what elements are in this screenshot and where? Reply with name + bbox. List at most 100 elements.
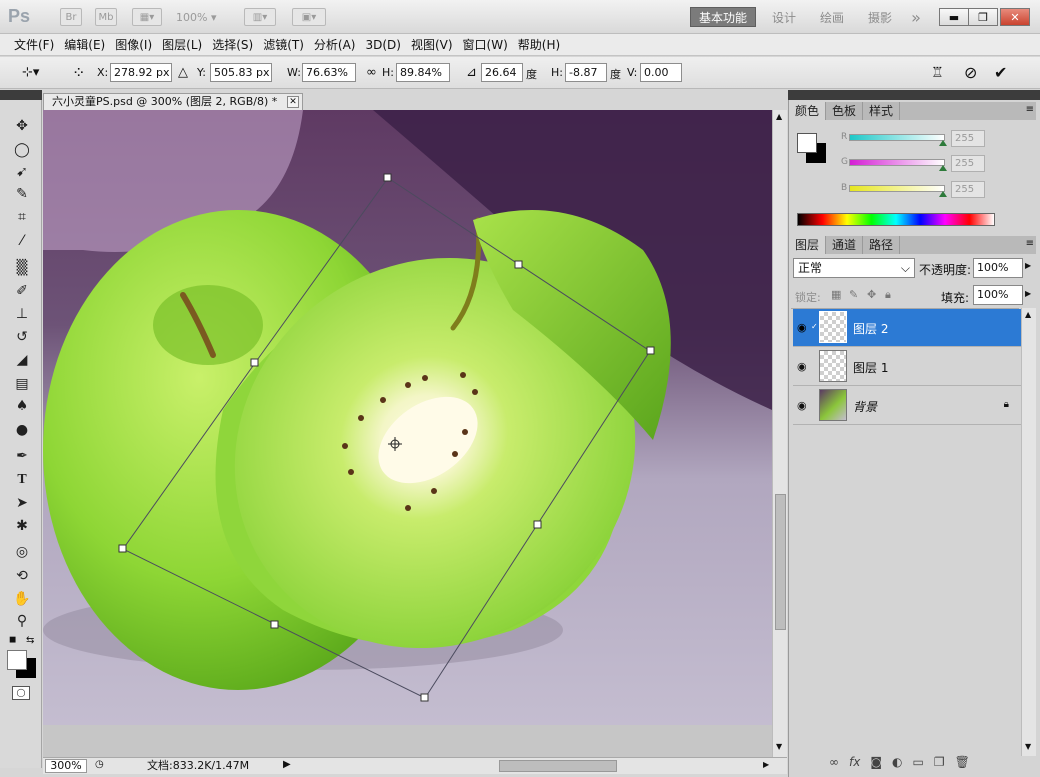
gradient-tool-icon[interactable]: ▤ [9,374,35,394]
status-info-icon[interactable]: ◷ [95,759,104,770]
delete-layer-icon[interactable]: 🗑︎ [955,755,970,771]
lock-transparent-icon[interactable]: ▦ [831,288,841,301]
rotation-angle-field[interactable]: 26.64 [481,63,523,82]
quick-mask-icon[interactable]: ◯ [12,686,30,700]
tab-paths[interactable]: 路径 [863,236,901,254]
green-slider-handle[interactable] [939,165,947,171]
color-panel-foreground-swatch[interactable] [797,133,817,153]
menu-window[interactable]: 窗口(W) [461,34,516,56]
move-tool-icon[interactable]: ✥ [9,116,35,136]
path-selection-tool-icon[interactable]: ➤ [9,493,35,513]
layer-row[interactable]: ◉ 图层 1 [793,348,1021,386]
blue-slider-handle[interactable] [939,191,947,197]
tab-styles[interactable]: 样式 [863,102,901,120]
quick-selection-tool-icon[interactable]: ✎ [9,184,35,204]
cancel-transform-icon[interactable]: ⊘ [964,63,977,82]
zoom-level-combo[interactable]: 100% ▾ [176,9,230,25]
menu-filter[interactable]: 滤镜(T) [261,34,312,56]
eraser-tool-icon[interactable]: ◢ [9,350,35,370]
foreground-color-swatch[interactable] [7,650,27,670]
scroll-down-icon[interactable]: ▼ [776,742,782,751]
view-extras-button[interactable]: ▦▾ [132,8,162,26]
hand-tool-icon[interactable]: ✋ [9,589,35,609]
add-mask-icon[interactable]: ◙ [870,755,882,771]
document-tab[interactable]: 六小灵童PS.psd @ 300% (图层 2, RGB/8) * ✕ [43,93,303,110]
layer-name[interactable]: 图层 2 [853,320,888,337]
layer-name[interactable]: 背景 [853,398,877,415]
mini-bridge-button[interactable]: Mb [95,8,117,26]
workspace-photography[interactable]: 摄影 [860,7,900,27]
tab-layers[interactable]: 图层 [789,236,827,254]
color-spectrum-ramp[interactable] [797,213,995,226]
layer-name[interactable]: 图层 1 [853,359,888,376]
tab-swatches[interactable]: 色板 [826,102,864,120]
close-document-icon[interactable]: ✕ [287,96,299,108]
pen-tool-icon[interactable]: ✒ [9,446,35,466]
vertical-scrollbar[interactable]: ▲ ▼ [772,110,787,757]
relative-position-icon[interactable]: △ [178,65,188,80]
scroll-right-icon[interactable]: ▶ [763,760,769,769]
menu-help[interactable]: 帮助(H) [516,34,568,56]
reference-point-icon[interactable]: ⁘ [72,63,85,82]
vertical-skew-field[interactable]: 0.00 [640,63,682,82]
red-slider[interactable] [849,134,945,141]
link-icon[interactable]: ∞ [366,65,377,80]
layer-row[interactable]: ◉ ✓ 图层 2 [793,309,1021,347]
green-value-field[interactable]: 255 [951,155,985,172]
menu-edit[interactable]: 编辑(E) [62,34,113,56]
horizontal-scroll-thumb[interactable] [499,760,617,772]
transform-tool-icon[interactable]: ⊹▾ [22,65,39,80]
clone-stamp-tool-icon[interactable]: ⊥ [9,304,35,324]
status-zoom-field[interactable]: 300% [45,759,87,773]
menu-layer[interactable]: 图层(L) [160,34,210,56]
new-group-icon[interactable]: ▭ [912,755,923,771]
minimize-button[interactable]: ▬ [939,8,969,26]
new-layer-icon[interactable]: ❐ [934,755,945,771]
more-workspaces-icon[interactable]: » [904,7,928,27]
canvas-area[interactable] [43,110,772,725]
bridge-button[interactable]: Br [60,8,82,26]
menu-image[interactable]: 图像(I) [113,34,160,56]
link-layers-icon[interactable]: ∞ [829,755,839,771]
layer-style-fx-icon[interactable]: fx [849,755,860,771]
crop-tool-icon[interactable]: ⌗ [9,207,35,227]
default-colors-icon[interactable]: ◼ [9,635,16,645]
swap-colors-icon[interactable]: ⇆ [26,635,34,646]
menu-analysis[interactable]: 分析(A) [312,34,364,56]
layer-row[interactable]: ◉ 背景 🔒︎ [793,387,1021,425]
maximize-button[interactable]: ❐ [968,8,998,26]
3d-rotate-tool-icon[interactable]: ◎ [9,542,35,562]
lock-image-icon[interactable]: ✎ [849,288,858,301]
menu-file[interactable]: 文件(F) [12,34,62,56]
healing-brush-tool-icon[interactable]: ▒ [9,258,35,278]
adjustment-layer-icon[interactable]: ◐ [892,755,902,771]
lasso-tool-icon[interactable]: ➹ [9,162,35,182]
menu-select[interactable]: 选择(S) [210,34,261,56]
width-field[interactable]: 76.63% [302,63,356,82]
marquee-tool-icon[interactable]: ◯ [9,140,35,160]
eyedropper-tool-icon[interactable]: ⁄ [9,231,35,251]
blend-mode-select[interactable]: 正常 ⌵ [793,258,915,278]
red-slider-handle[interactable] [939,140,947,146]
blue-value-field[interactable]: 255 [951,181,985,198]
green-slider[interactable] [849,159,945,166]
layers-scroll-up-icon[interactable]: ▲ [1025,310,1031,319]
menu-3d[interactable]: 3D(D) [363,34,408,56]
tab-color[interactable]: 颜色 [789,102,827,120]
visibility-eye-icon[interactable]: ◉ [797,321,807,334]
blur-tool-icon[interactable]: ♠ [9,396,35,416]
opacity-field[interactable]: 100% [973,258,1023,278]
status-menu-arrow-icon[interactable]: ▶ [283,759,291,770]
blue-slider[interactable] [849,185,945,192]
screen-mode-button[interactable]: ▣▾ [292,8,326,26]
layers-panel-menu-icon[interactable]: ≡ [1026,238,1034,249]
brush-tool-icon[interactable]: ✐ [9,281,35,301]
history-brush-tool-icon[interactable]: ↺ [9,327,35,347]
shape-tool-icon[interactable]: ✱ [9,516,35,536]
y-position-field[interactable]: 505.83 px [210,63,272,82]
menu-view[interactable]: 视图(V) [409,34,461,56]
red-value-field[interactable]: 255 [951,130,985,147]
fill-field[interactable]: 100% [973,285,1023,305]
warp-mode-icon[interactable]: ♖ [931,65,944,81]
color-panel-menu-icon[interactable]: ≡ [1026,104,1034,115]
